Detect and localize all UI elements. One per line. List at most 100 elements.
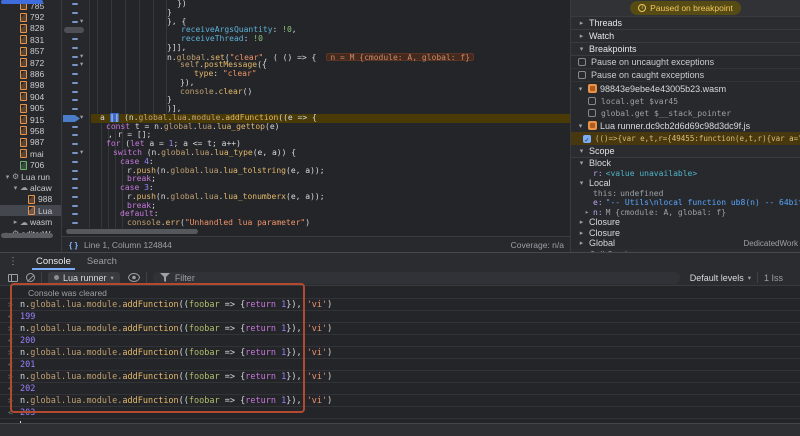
checkbox-checked[interactable]: ✓ [583,135,591,143]
scope-variable-this-[interactable]: this:undefined [571,189,800,199]
code-line[interactable]: }), [91,79,570,88]
gutter-row[interactable] [62,88,89,97]
gutter-row[interactable] [62,219,89,228]
gutter-row[interactable] [62,140,89,149]
tree-item-872[interactable]: ▸872 [0,57,61,68]
breakpoint-global-get-stack-pointer[interactable]: global.get $__stack_pointer [571,107,800,119]
expander-right-icon[interactable]: ▸ [577,19,586,27]
console-result-row[interactable]: <200 [0,335,800,347]
tree-item-792[interactable]: ▸792 [0,11,61,22]
breakpoint-pause-on-caught-exceptions[interactable]: Pause on caught exceptions [571,69,800,82]
code-line[interactable]: console.clear() [91,88,570,97]
code-line[interactable]: } [91,9,570,18]
gutter-row[interactable] [62,175,89,184]
fold-arrow-icon[interactable]: ▾ [80,52,83,60]
filter-input[interactable]: Filter [153,272,680,284]
breakpoint-entry[interactable]: ✓(()=>{var e,t,r={49455:function(e,t,r){… [571,132,800,145]
checkbox[interactable] [588,97,596,105]
group-closure[interactable]: ▸Closure [571,217,800,228]
scope-variable-e-[interactable]: e:"-- Utils\nlocal function ub8(n) -- 64… [571,198,800,208]
tree-item-alcaw[interactable]: ▾☁alcaw [0,182,61,193]
group-closure[interactable]: ▸Closure [571,228,800,239]
tree-item-lua[interactable]: ▸Lua [0,205,61,216]
breakpoint-pause-on-uncaught-exceptions[interactable]: Pause on uncaught exceptions [571,56,800,69]
fold-arrow-icon[interactable]: ▾ [80,113,83,121]
tree-item-857[interactable]: ▸857 [0,46,61,57]
checkbox[interactable] [578,71,586,79]
gutter-row[interactable] [62,9,89,18]
expander-down-icon[interactable]: ▾ [3,173,12,181]
expander-down-icon[interactable]: ▾ [577,45,586,53]
code-line[interactable]: }, { [91,18,570,27]
expander-right-icon[interactable]: ▸ [577,32,586,40]
tree-item-831[interactable]: ▸831 [0,34,61,45]
section-watch[interactable]: ▸Watch [571,30,800,43]
code-line[interactable]: break; [91,175,570,184]
tree-item-987[interactable]: ▸987 [0,137,61,148]
console-command-row[interactable]: >n.global.lua.module.addFunction((foobar… [0,371,800,383]
gutter-row[interactable] [62,35,89,44]
group-global[interactable]: ▸GlobalDedicatedWork [571,238,800,249]
code-line[interactable]: console.err("Unhandled lua parameter") [91,219,570,228]
gutter-row[interactable] [62,26,89,35]
group-local[interactable]: ▾Local [571,178,800,189]
tree-item-706[interactable]: ▸706 [0,159,61,170]
tree-item-915[interactable]: ▸915 [0,114,61,125]
code-line[interactable]: n.global.set("clear", ( () => {n = M {cm… [91,53,570,62]
code-line[interactable]: r.push(n.global.lua.lua_tolstring(e, a))… [91,167,570,176]
gutter-row[interactable] [62,44,89,53]
tree-item-828[interactable]: ▸828 [0,23,61,34]
expander-down-icon[interactable]: ▾ [11,184,20,192]
gutter-row[interactable] [62,184,89,193]
execution-context-selector[interactable]: Lua runner ▾ [48,272,120,284]
expander-right-icon[interactable]: ▸ [577,218,586,226]
expander-right-icon[interactable]: ▸ [11,218,20,226]
code-line[interactable]: receiveArgsQuantity: !0, [91,26,570,35]
code-line[interactable]: receiveThread: !0 [91,35,570,44]
clear-console-icon[interactable] [26,273,35,282]
code-line[interactable]: type: "clear" [91,70,570,79]
gutter-row[interactable] [62,210,89,219]
code-line[interactable]: }) [91,0,570,9]
tab-search[interactable]: Search [79,253,125,270]
group-block[interactable]: ▾Block [571,158,800,169]
gutter-row[interactable] [62,70,89,79]
tree-item-wasm[interactable]: ▸☁wasm [0,216,61,227]
scope-variable-r-[interactable]: r:<value unavailable> [571,169,800,179]
issues-counter[interactable]: 1 Iss [764,273,800,283]
breakpoint-local-get-var45[interactable]: local.get $var45 [571,95,800,107]
gutter-row[interactable] [62,158,89,167]
expander-right-icon[interactable]: ▸ [577,239,586,247]
console-result-row[interactable]: <202 [0,383,800,395]
gutter-row[interactable] [62,105,89,114]
gutter-row[interactable]: ▾ [62,149,89,158]
eye-icon[interactable] [128,273,140,282]
editor-horizontal-scrollbar[interactable] [66,229,198,234]
tree-item-988[interactable]: ▸988 [0,194,61,205]
more-menu-icon[interactable]: ⋮ [8,256,18,267]
expander-down-icon[interactable]: ▾ [576,85,585,93]
gutter-row[interactable] [62,167,89,176]
code-line[interactable]: const t = n.global.lua.lua_gettop(e) [91,123,570,132]
expander-right-icon[interactable]: ▸ [577,229,586,237]
gutter-row[interactable] [62,131,89,140]
tree-item-905[interactable]: ▸905 [0,103,61,114]
console-result-row[interactable]: <201 [0,359,800,371]
gutter-row[interactable] [62,123,89,132]
expander-right-icon[interactable]: ▸ [583,208,591,216]
tab-console[interactable]: Console [28,253,79,270]
tree-item-898[interactable]: ▸898 [0,80,61,91]
tree-horizontal-scrollbar[interactable] [1,233,53,238]
gutter-row[interactable] [62,202,89,211]
gutter-row[interactable]: ▾ [62,61,89,70]
console-sidebar-icon[interactable] [8,274,18,282]
console-command-row[interactable]: >n.global.lua.module.addFunction((foobar… [0,323,800,335]
expander-down-icon[interactable]: ▾ [576,122,585,130]
tree-item-886[interactable]: ▸886 [0,68,61,79]
editor-code[interactable]: })}}, {receiveArgsQuantity: !0,receiveTh… [91,0,570,228]
fold-arrow-icon[interactable]: ▾ [80,60,83,68]
console-command-row[interactable]: >n.global.lua.module.addFunction((foobar… [0,299,800,311]
fold-arrow-icon[interactable]: ▾ [80,17,83,25]
section-scope[interactable]: ▾Scope [571,145,800,158]
gutter-row[interactable]: ▾ [62,53,89,62]
